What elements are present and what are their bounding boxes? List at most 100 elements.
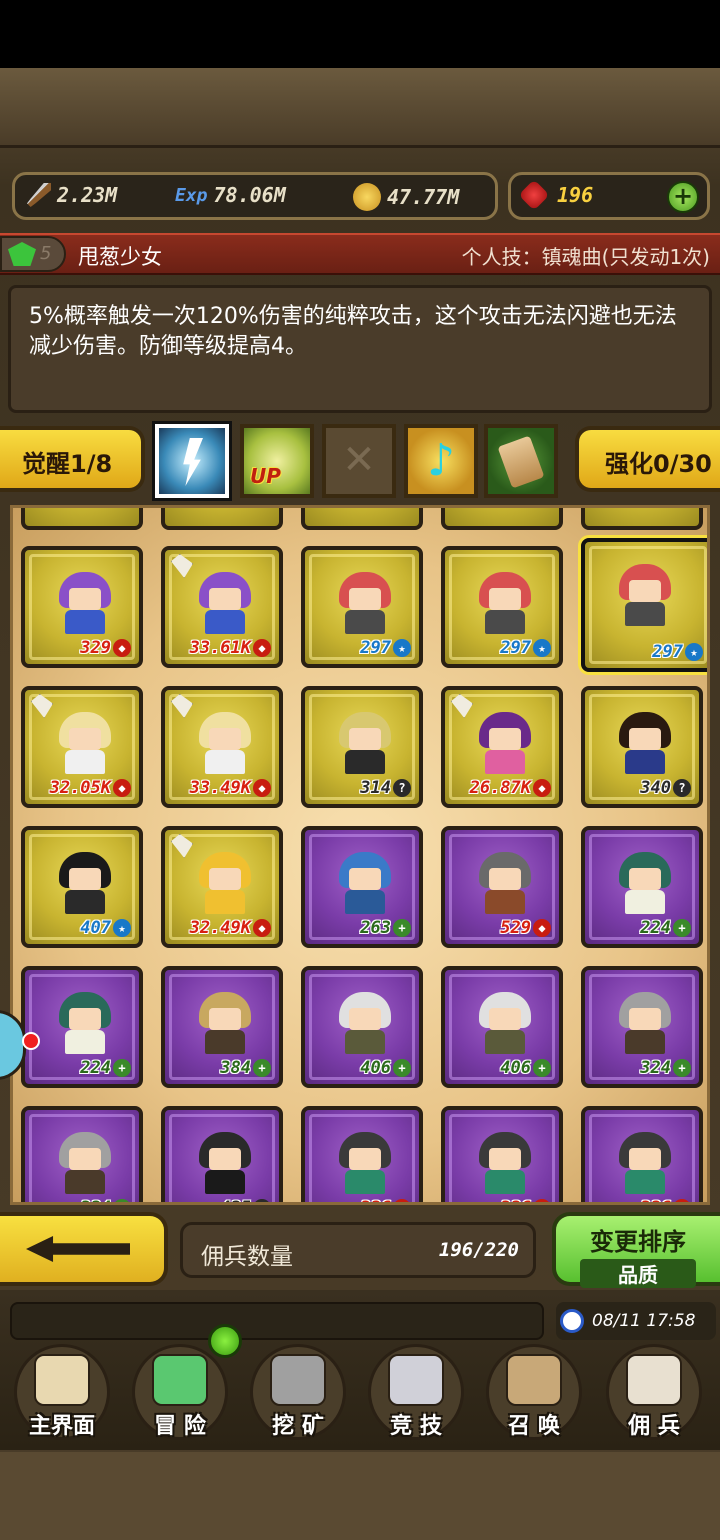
mercenary-power: 33.61K (189, 638, 251, 658)
hero-personal-skill: 个人技：镇魂曲(只发动1次) (461, 245, 710, 269)
mercenary-card[interactable]: 314? (301, 686, 423, 808)
mercenary-card-partial[interactable] (161, 508, 283, 530)
rank-icon: ◆ (113, 779, 131, 797)
rank-icon: ★ (393, 639, 411, 657)
mercenary-power-badge: 314? (360, 778, 411, 798)
awaken-button[interactable]: 觉醒1/8 (0, 426, 145, 492)
nav-item[interactable]: 冒 险 (122, 1344, 238, 1440)
mercenary-card[interactable]: 297 ★ (441, 546, 563, 668)
rank-icon: ◆ (673, 1199, 691, 1202)
rank-icon: ◆ (253, 639, 271, 657)
mercenary-card[interactable]: 33.61K ◆ (161, 546, 283, 668)
nav-item[interactable]: 召 唤 (476, 1344, 592, 1440)
mercenary-card[interactable]: 324+ (581, 966, 703, 1088)
mercenary-card[interactable]: 324+ (21, 1106, 143, 1202)
mercenary-count-bar: 佣兵数量 196/220 (180, 1222, 536, 1278)
mercenary-card[interactable]: 32.49K ◆ (161, 826, 283, 948)
mercenary-power: 263 (360, 918, 391, 938)
mercenary-card[interactable]: 406 + (441, 966, 563, 1088)
mercenary-card[interactable]: 326◆ (441, 1106, 563, 1202)
ruby-icon (518, 179, 550, 211)
rank-icon: ◆ (393, 1199, 411, 1202)
rank-icon: ◆ (253, 779, 271, 797)
mercenary-card[interactable]: 32.05K ◆ (21, 686, 143, 808)
nav-item[interactable]: 佣 兵 (596, 1344, 712, 1440)
nav-item[interactable]: 主界面 (4, 1344, 120, 1440)
mercenary-card[interactable]: 263 + (301, 826, 423, 948)
skill-slot-scroll[interactable] (484, 424, 558, 498)
gold-value: 47.77M (387, 185, 460, 209)
mercenary-card[interactable]: 224 + (581, 826, 703, 948)
summon-scroll-icon (506, 1354, 562, 1406)
close-icon: ✕ (342, 437, 376, 483)
mercenary-power: 326 (360, 1198, 391, 1202)
hero-name: 甩葱少女 (78, 245, 162, 269)
mercenary-power-badge: 263 + (360, 918, 411, 938)
mercenary-power-badge: 425? (220, 1198, 271, 1202)
enhance-button[interactable]: 强化0/30 (575, 426, 720, 492)
skill-slot-crown-up[interactable]: UP (240, 424, 314, 498)
mercenary-portrait (59, 712, 111, 774)
tent-icon (626, 1354, 682, 1406)
mercenary-grid: 329 ◆ 33.61K ◆ 297 ★ 297 ★ 297 ★ 32.05K ◆ 33.49K ◆ 314… (10, 505, 710, 1205)
adventure-notification-dot (208, 1324, 242, 1358)
rank-icon: ◆ (533, 919, 551, 937)
nav-item[interactable]: 竞 技 (358, 1344, 474, 1440)
mercenary-power: 529 (500, 918, 531, 938)
mercenary-portrait (619, 992, 671, 1054)
mercenary-card-partial[interactable] (581, 508, 703, 530)
mercenary-card[interactable]: 26.87K ◆ (441, 686, 563, 808)
mercenary-power-badge: 33.49K ◆ (190, 778, 271, 798)
mercenary-card-partial[interactable] (441, 508, 563, 530)
scroll-icon (497, 435, 545, 489)
mercenary-card[interactable]: 329 ◆ (21, 546, 143, 668)
skill-slot-lightning[interactable] (155, 424, 229, 498)
clock-icon (560, 1309, 584, 1333)
exp-value: 78.06M (213, 183, 286, 207)
mercenary-power: 340 (640, 778, 671, 798)
mercenary-power-badge: 406 + (360, 1058, 411, 1078)
mercenary-power-badge: 324+ (640, 1058, 691, 1078)
message-bar[interactable] (10, 1302, 544, 1340)
mercenary-card[interactable]: 326◆ (301, 1106, 423, 1202)
crossed-swords-icon (388, 1354, 444, 1406)
change-sort-button[interactable]: 变更排序 品质 (552, 1212, 720, 1288)
mercenary-card-partial[interactable] (301, 508, 423, 530)
hero-level: 5 (40, 243, 52, 264)
mercenary-card[interactable]: 384 + (161, 966, 283, 1088)
nav-item[interactable]: 挖 矿 (240, 1344, 356, 1440)
mercenary-card[interactable]: 297 ★ (581, 538, 707, 672)
rank-icon: ? (393, 779, 411, 797)
mercenary-portrait (59, 992, 111, 1054)
mercenary-power: 425 (220, 1198, 251, 1202)
nav-label: 佣 兵 (628, 1414, 680, 1439)
mercenary-card[interactable]: 33.49K ◆ (161, 686, 283, 808)
mercenary-power: 33.49K (189, 778, 251, 798)
rank-icon: ? (673, 779, 691, 797)
mercenary-portrait (619, 1132, 671, 1194)
mercenary-card[interactable]: 406 + (301, 966, 423, 1088)
mercenary-card[interactable]: 425? (161, 1106, 283, 1202)
attack-resource: 2.23M (27, 183, 117, 207)
add-gems-button[interactable]: + (667, 181, 699, 213)
mercenary-portrait (479, 572, 531, 634)
mercenary-card[interactable]: 340? (581, 686, 703, 808)
back-button[interactable] (0, 1212, 168, 1286)
rank-icon: + (393, 919, 411, 937)
mercenary-card[interactable]: 224 + (21, 966, 143, 1088)
floating-island-icon (152, 1354, 208, 1406)
mercenary-power-badge: 33.61K ◆ (190, 638, 271, 658)
mercenary-card[interactable]: 407 ★ (21, 826, 143, 948)
mercenary-card[interactable]: 297 ★ (301, 546, 423, 668)
crown-up-icon: UP (250, 464, 281, 488)
mercenary-card[interactable]: 326◆ (581, 1106, 703, 1202)
rank-icon: ◆ (533, 1199, 551, 1202)
rank-icon: ? (253, 1199, 271, 1202)
mercenary-card[interactable]: 529 ◆ (441, 826, 563, 948)
mercenary-power-badge: 326◆ (360, 1198, 411, 1202)
mercenary-power: 297 (360, 638, 391, 658)
skill-slot-empty[interactable]: ✕ (322, 424, 396, 498)
mercenary-power-badge: 224 + (80, 1058, 131, 1078)
mercenary-card-partial[interactable] (21, 508, 143, 530)
skill-slot-music[interactable]: ♪ (404, 424, 478, 498)
